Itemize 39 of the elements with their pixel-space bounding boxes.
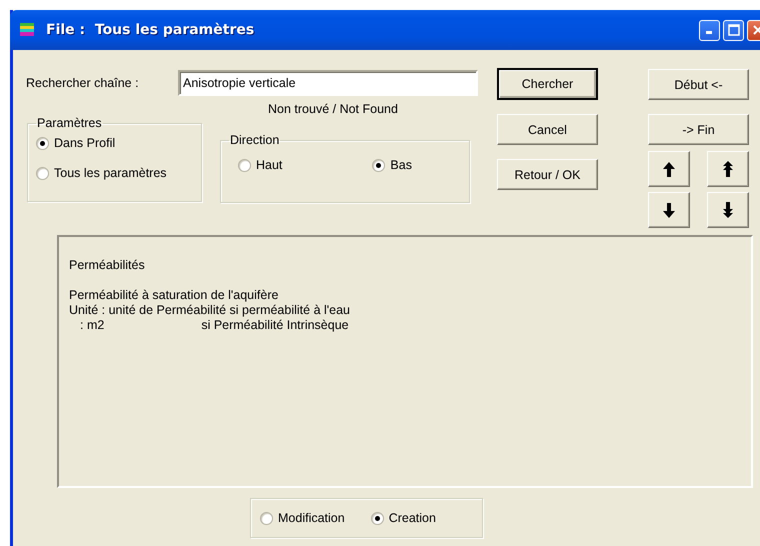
radio-button[interactable]	[238, 158, 251, 172]
maximize-icon	[728, 24, 740, 36]
action-button[interactable]: Cancel	[497, 114, 598, 145]
unit-note: si Perméabilité Intrinsèque	[201, 318, 349, 333]
radio-button[interactable]	[370, 512, 384, 524]
radio-button[interactable]	[36, 136, 49, 150]
up-arrow-icon	[661, 160, 677, 178]
action-button[interactable]: Retour / OK	[497, 159, 598, 190]
description-line: Unité : unité de Perméabilité si perméabilité à l'eau	[69, 303, 352, 318]
radio-label: Dans Profil	[54, 136, 116, 150]
search-status: Non trouvé / Not Found	[268, 102, 398, 116]
scroll-button[interactable]	[648, 151, 690, 187]
radio-label: Haut	[256, 158, 282, 172]
group-title: Paramètres	[36, 116, 103, 130]
maximize-button[interactable]	[723, 20, 744, 40]
radio-label: Tous les paramètres	[54, 166, 167, 180]
scroll-button[interactable]	[707, 151, 749, 187]
radio-label: Creation	[388, 511, 436, 525]
search-field[interactable]: Anisotropie verticale	[178, 70, 478, 96]
description-line: Perméabilités	[69, 258, 146, 273]
group-title: Direction	[229, 133, 280, 147]
scroll-button[interactable]	[707, 192, 749, 228]
unit-text: : m2	[80, 318, 104, 333]
close-icon	[752, 24, 760, 36]
down-arrow-icon	[661, 201, 677, 219]
search-label: Rechercher chaîne :	[26, 76, 140, 90]
radio-button[interactable]	[260, 512, 273, 524]
radio-label: Bas	[390, 158, 412, 172]
minimize-button[interactable]	[699, 20, 720, 40]
nav-button[interactable]: Début <-	[648, 69, 749, 100]
radio-label: Modification	[278, 511, 345, 525]
radio-button[interactable]	[372, 158, 386, 172]
radio-button[interactable]	[36, 166, 49, 180]
description-line: Perméabilité à saturation de l'aquifère	[69, 288, 280, 303]
window-title: File : Tous les paramètres	[46, 22, 256, 38]
action-button[interactable]: Chercher	[497, 68, 598, 100]
nav-button[interactable]: -> Fin	[648, 114, 749, 145]
app-icon	[18, 21, 36, 39]
scroll-button[interactable]	[648, 192, 690, 228]
